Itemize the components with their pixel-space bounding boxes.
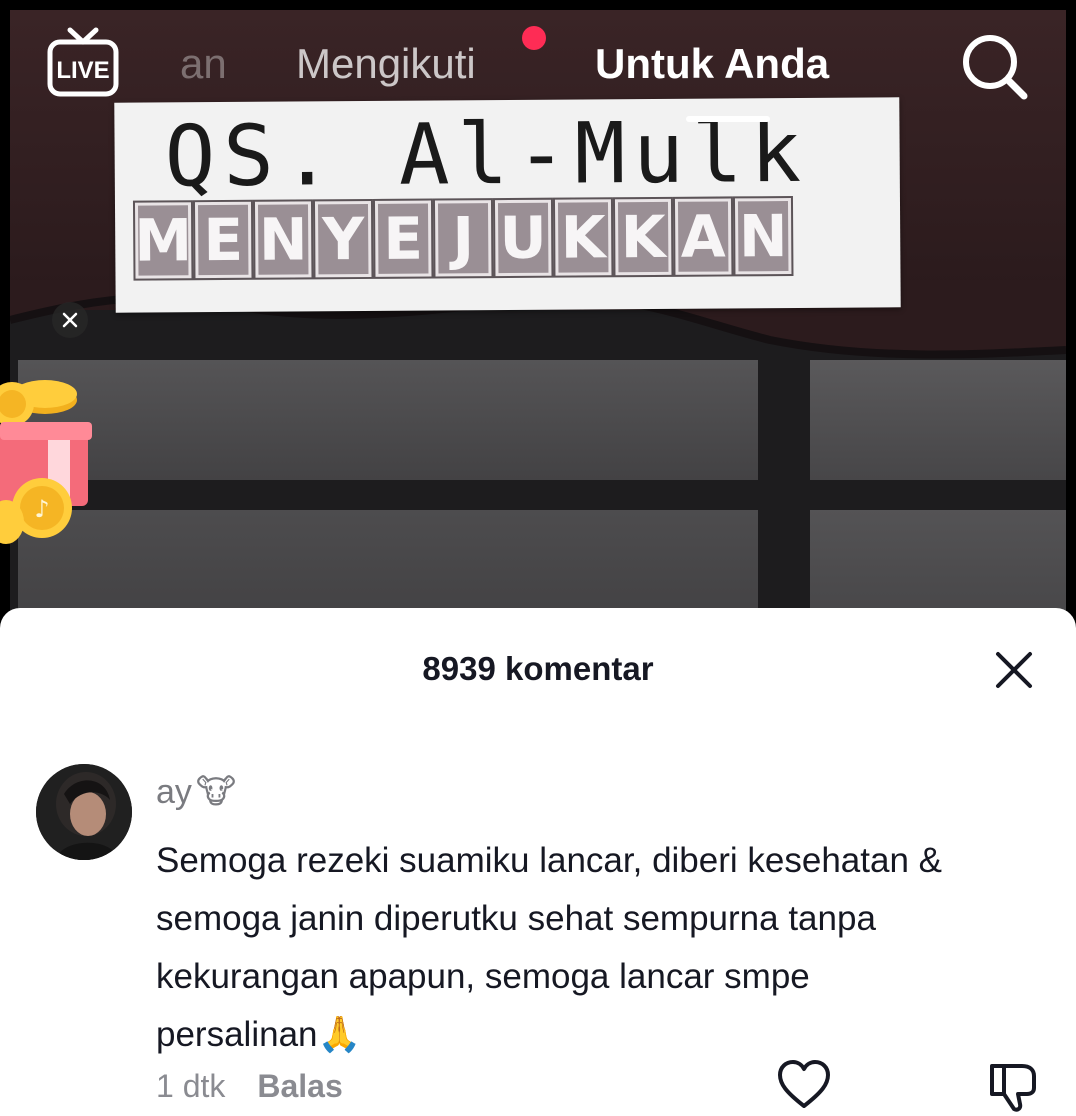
subtitle-letter: E (372, 198, 434, 279)
gift-box-icon: ♪ (0, 380, 92, 544)
live-label: LIVE (56, 57, 109, 84)
subtitle-letter: Y (312, 198, 374, 280)
search-icon (963, 35, 1028, 100)
subtitle-letter: U (492, 197, 554, 279)
subtitle-letter: E (192, 199, 254, 281)
tab-following[interactable]: Mengikuti (296, 40, 476, 88)
top-nav: LIVE an Mengikuti Untuk Anda (0, 0, 1076, 130)
subtitle-letter: J (432, 198, 494, 279)
close-gift-widget-button[interactable] (52, 302, 88, 338)
username-text: ay (156, 772, 192, 811)
avatar-image (36, 764, 132, 860)
comments-count-title: 8939 komentar (422, 650, 654, 687)
notification-dot (522, 26, 546, 50)
tab-for-you[interactable]: Untuk Anda (595, 40, 829, 88)
subtitle-letter: N (732, 196, 794, 277)
subtitle-letter: K (552, 197, 614, 278)
subtitle-letter: K (612, 196, 674, 278)
like-button[interactable] (776, 1058, 832, 1114)
comment-item: ay 🐮 Semoga rezeki suamiku lancar, diber… (0, 758, 1076, 1116)
subtitle-letter: M (132, 200, 194, 281)
tab-partial[interactable]: an (180, 40, 227, 88)
avatar[interactable] (36, 764, 132, 860)
video-subtitle: M E N Y E J U K K A N (132, 196, 794, 281)
svg-text:♪: ♪ (34, 495, 49, 523)
dislike-button[interactable] (986, 1058, 1042, 1114)
subtitle-letter: N (252, 199, 314, 280)
cow-emoji-icon: 🐮 (195, 773, 237, 811)
close-icon (996, 652, 1032, 688)
live-button[interactable]: LIVE (44, 26, 122, 102)
coin-gift-widget[interactable]: ♪ (0, 370, 100, 545)
video-player[interactable]: QS. Al-Mulk M E N Y E J U K K A N LIVE a… (0, 0, 1076, 640)
comments-sheet: 8939 komentar ay 🐮 Semoga rezeki suamiku… (0, 608, 1076, 1116)
reply-button[interactable]: Balas (257, 1068, 342, 1105)
close-icon (62, 312, 78, 328)
heart-icon (778, 1060, 830, 1108)
comment-username[interactable]: ay 🐮 (156, 772, 236, 812)
search-button[interactable] (960, 32, 1030, 102)
thumbs-down-icon (990, 1064, 1036, 1112)
live-tv-icon: LIVE (47, 27, 119, 97)
active-tab-indicator (686, 116, 770, 122)
comment-timestamp: 1 dtk (156, 1068, 226, 1104)
close-comments-button[interactable] (990, 646, 1038, 694)
comment-meta: 1 dtk Balas (156, 1068, 343, 1105)
subtitle-letter: A (672, 196, 734, 277)
comment-text: Semoga rezeki suamiku lancar, diberi kes… (156, 841, 942, 1054)
